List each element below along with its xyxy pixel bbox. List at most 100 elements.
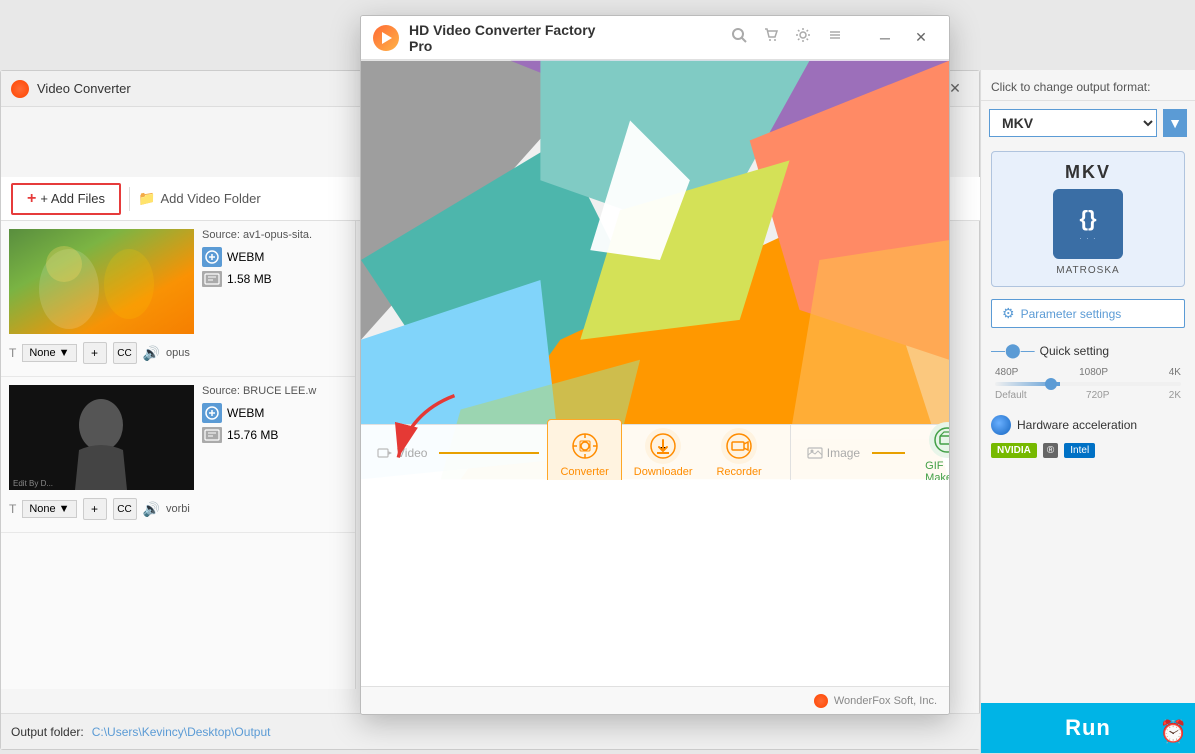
main-toolbar-icons bbox=[631, 27, 859, 48]
image-section-label: Image bbox=[827, 446, 860, 460]
image-section-label-container: Image bbox=[807, 446, 864, 460]
main-window: HD Video Converter Factory Pro bbox=[360, 15, 950, 715]
menu-item-converter[interactable]: Converter bbox=[547, 419, 621, 481]
cc-btn-1[interactable]: CC bbox=[113, 342, 137, 364]
main-list-button[interactable] bbox=[827, 27, 843, 48]
wonderfox-logo-icon bbox=[814, 694, 828, 708]
hero-section: Video Converter bbox=[361, 60, 949, 480]
list-icon bbox=[827, 27, 843, 43]
format-arrow[interactable]: ▼ bbox=[1163, 109, 1187, 137]
main-titlebar: HD Video Converter Factory Pro bbox=[361, 16, 949, 60]
mkv-braces: {} bbox=[1079, 206, 1096, 232]
bg-app-icon bbox=[11, 80, 29, 98]
file-format-2: WEBM bbox=[227, 406, 264, 420]
menu-item-gif-maker[interactable]: GIF Maker bbox=[913, 414, 949, 481]
matroska-label: MATROSKA bbox=[1056, 265, 1119, 276]
gif-maker-icon bbox=[929, 422, 949, 458]
add-folder-label: Add Video Folder bbox=[160, 191, 260, 206]
slider-sublabel-default: Default bbox=[995, 390, 1027, 401]
cc-btn-2[interactable]: CC bbox=[113, 498, 137, 520]
file-info-2: Source: BRUCE LEE.w WEBM 15.76 MB bbox=[202, 385, 347, 443]
hero-graphic bbox=[361, 60, 949, 480]
intel-icon: ® bbox=[1043, 443, 1058, 458]
recorder-icon-svg bbox=[725, 432, 753, 460]
thumb-svg-2 bbox=[9, 385, 194, 490]
slider-thumb[interactable] bbox=[1045, 378, 1057, 390]
main-minimize-button[interactable]: ─ bbox=[869, 25, 901, 51]
subtitle-dropdown-2[interactable]: None ▼ bbox=[22, 500, 76, 518]
audio-label-1: opus bbox=[166, 347, 190, 359]
audio-icon-2: 🔊 bbox=[143, 501, 160, 518]
search-icon bbox=[731, 27, 747, 43]
subtitle-dropdown-1[interactable]: None ▼ bbox=[22, 344, 76, 362]
hw-badges-row: NVIDIA ® Intel bbox=[981, 441, 1195, 466]
recorder-label: Recorder bbox=[716, 466, 761, 478]
converter-icon-svg bbox=[571, 432, 599, 460]
main-close-button[interactable]: ✕ bbox=[905, 25, 937, 51]
menu-item-downloader[interactable]: Downloader bbox=[622, 420, 705, 481]
alarm-button[interactable]: ⏰ bbox=[1160, 719, 1187, 745]
file-info-1: Source: av1-opus-sita. WEBM 1.58 MB bbox=[202, 229, 347, 287]
main-search-button[interactable] bbox=[731, 27, 747, 48]
subtitle-icon-1: T bbox=[9, 346, 16, 360]
settings-icon bbox=[795, 27, 811, 43]
output-folder-path[interactable]: C:\Users\Kevincy\Desktop\Output bbox=[92, 725, 271, 739]
downloader-label: Downloader bbox=[634, 466, 693, 478]
toolbar-separator bbox=[129, 187, 130, 211]
add-subtitle-btn-1[interactable]: + bbox=[83, 342, 107, 364]
video-section: Video Converter bbox=[361, 425, 791, 480]
file-source-2: Source: BRUCE LEE.w bbox=[202, 385, 347, 397]
file-item: Source: av1-opus-sita. WEBM 1.58 MB bbox=[1, 221, 355, 377]
slider-label-4k: 4K bbox=[1169, 367, 1181, 378]
plus-icon: + bbox=[27, 190, 36, 208]
mkv-icon: {} · · · bbox=[1053, 189, 1123, 259]
cart-icon bbox=[763, 27, 779, 43]
add-files-button[interactable]: + + Add Files bbox=[11, 183, 121, 215]
thumb-svg bbox=[9, 229, 194, 334]
add-subtitle-btn-2[interactable]: + bbox=[83, 498, 107, 520]
image-divider bbox=[872, 452, 905, 454]
add-folder-button[interactable]: 📁 Add Video Folder bbox=[138, 190, 261, 207]
main-settings-button[interactable] bbox=[795, 27, 811, 48]
hw-acceleration-label: Hardware acceleration bbox=[1017, 418, 1137, 432]
video-divider bbox=[439, 452, 539, 454]
audio-icon-1: 🔊 bbox=[143, 345, 160, 362]
app-menu: Video Converter bbox=[361, 424, 949, 480]
slider-sublabel-2k: 2K bbox=[1169, 390, 1181, 401]
file-list: Source: av1-opus-sita. WEBM 1.58 MB bbox=[1, 221, 356, 689]
quick-setting-label: ―⬤― Quick setting bbox=[991, 342, 1185, 359]
subtitle-icon-2: T bbox=[9, 502, 16, 516]
file-subtoolbar-2: T None ▼ + CC 🔊 vorbi bbox=[1, 494, 355, 524]
param-settings-label: Parameter settings bbox=[1021, 307, 1122, 321]
format-preview: MKV {} · · · MATROSKA bbox=[991, 151, 1185, 287]
slider-label-480p: 480P bbox=[995, 367, 1018, 378]
main-window-controls: ─ ✕ bbox=[869, 25, 937, 51]
file-item-2: Edit By D... Source: BRUCE LEE.w WEBM bbox=[1, 377, 355, 533]
converter-label: Converter bbox=[560, 466, 608, 478]
file-size-row-1: 1.58 MB bbox=[202, 271, 347, 287]
image-section-icon bbox=[807, 447, 823, 459]
file-thumbnail-1 bbox=[9, 229, 194, 334]
hw-acceleration-row[interactable]: Hardware acceleration bbox=[981, 409, 1195, 441]
param-settings-icon: ⚙ bbox=[1002, 305, 1015, 322]
menu-item-recorder[interactable]: Recorder bbox=[704, 420, 773, 481]
format-icon-2 bbox=[202, 403, 222, 423]
main-window-title: HD Video Converter Factory Pro bbox=[409, 22, 621, 54]
right-panel: Click to change output format: MKV ▼ MKV… bbox=[980, 70, 1195, 754]
hw-acceleration-icon bbox=[991, 415, 1011, 435]
gif-maker-label: GIF Maker bbox=[925, 460, 949, 481]
format-dropdown[interactable]: MKV bbox=[989, 109, 1157, 137]
converter-icon bbox=[567, 428, 603, 464]
main-cart-button[interactable] bbox=[763, 27, 779, 48]
file-size-2: 15.76 MB bbox=[227, 428, 278, 442]
file-item-top: Source: av1-opus-sita. WEBM 1.58 MB bbox=[1, 229, 355, 334]
slider-track[interactable] bbox=[995, 382, 1181, 386]
run-label: Run bbox=[1065, 715, 1111, 740]
file-format-row-2: WEBM bbox=[202, 403, 347, 423]
file-item-top-2: Edit By D... Source: BRUCE LEE.w WEBM bbox=[1, 385, 355, 490]
right-panel-header: Click to change output format: bbox=[981, 70, 1195, 101]
param-settings-button[interactable]: ⚙ Parameter settings bbox=[991, 299, 1185, 328]
video-section-icon bbox=[377, 447, 393, 459]
image-section: Image GIF Maker bbox=[791, 425, 949, 480]
slider-sublabel-720p: 720P bbox=[1086, 390, 1109, 401]
